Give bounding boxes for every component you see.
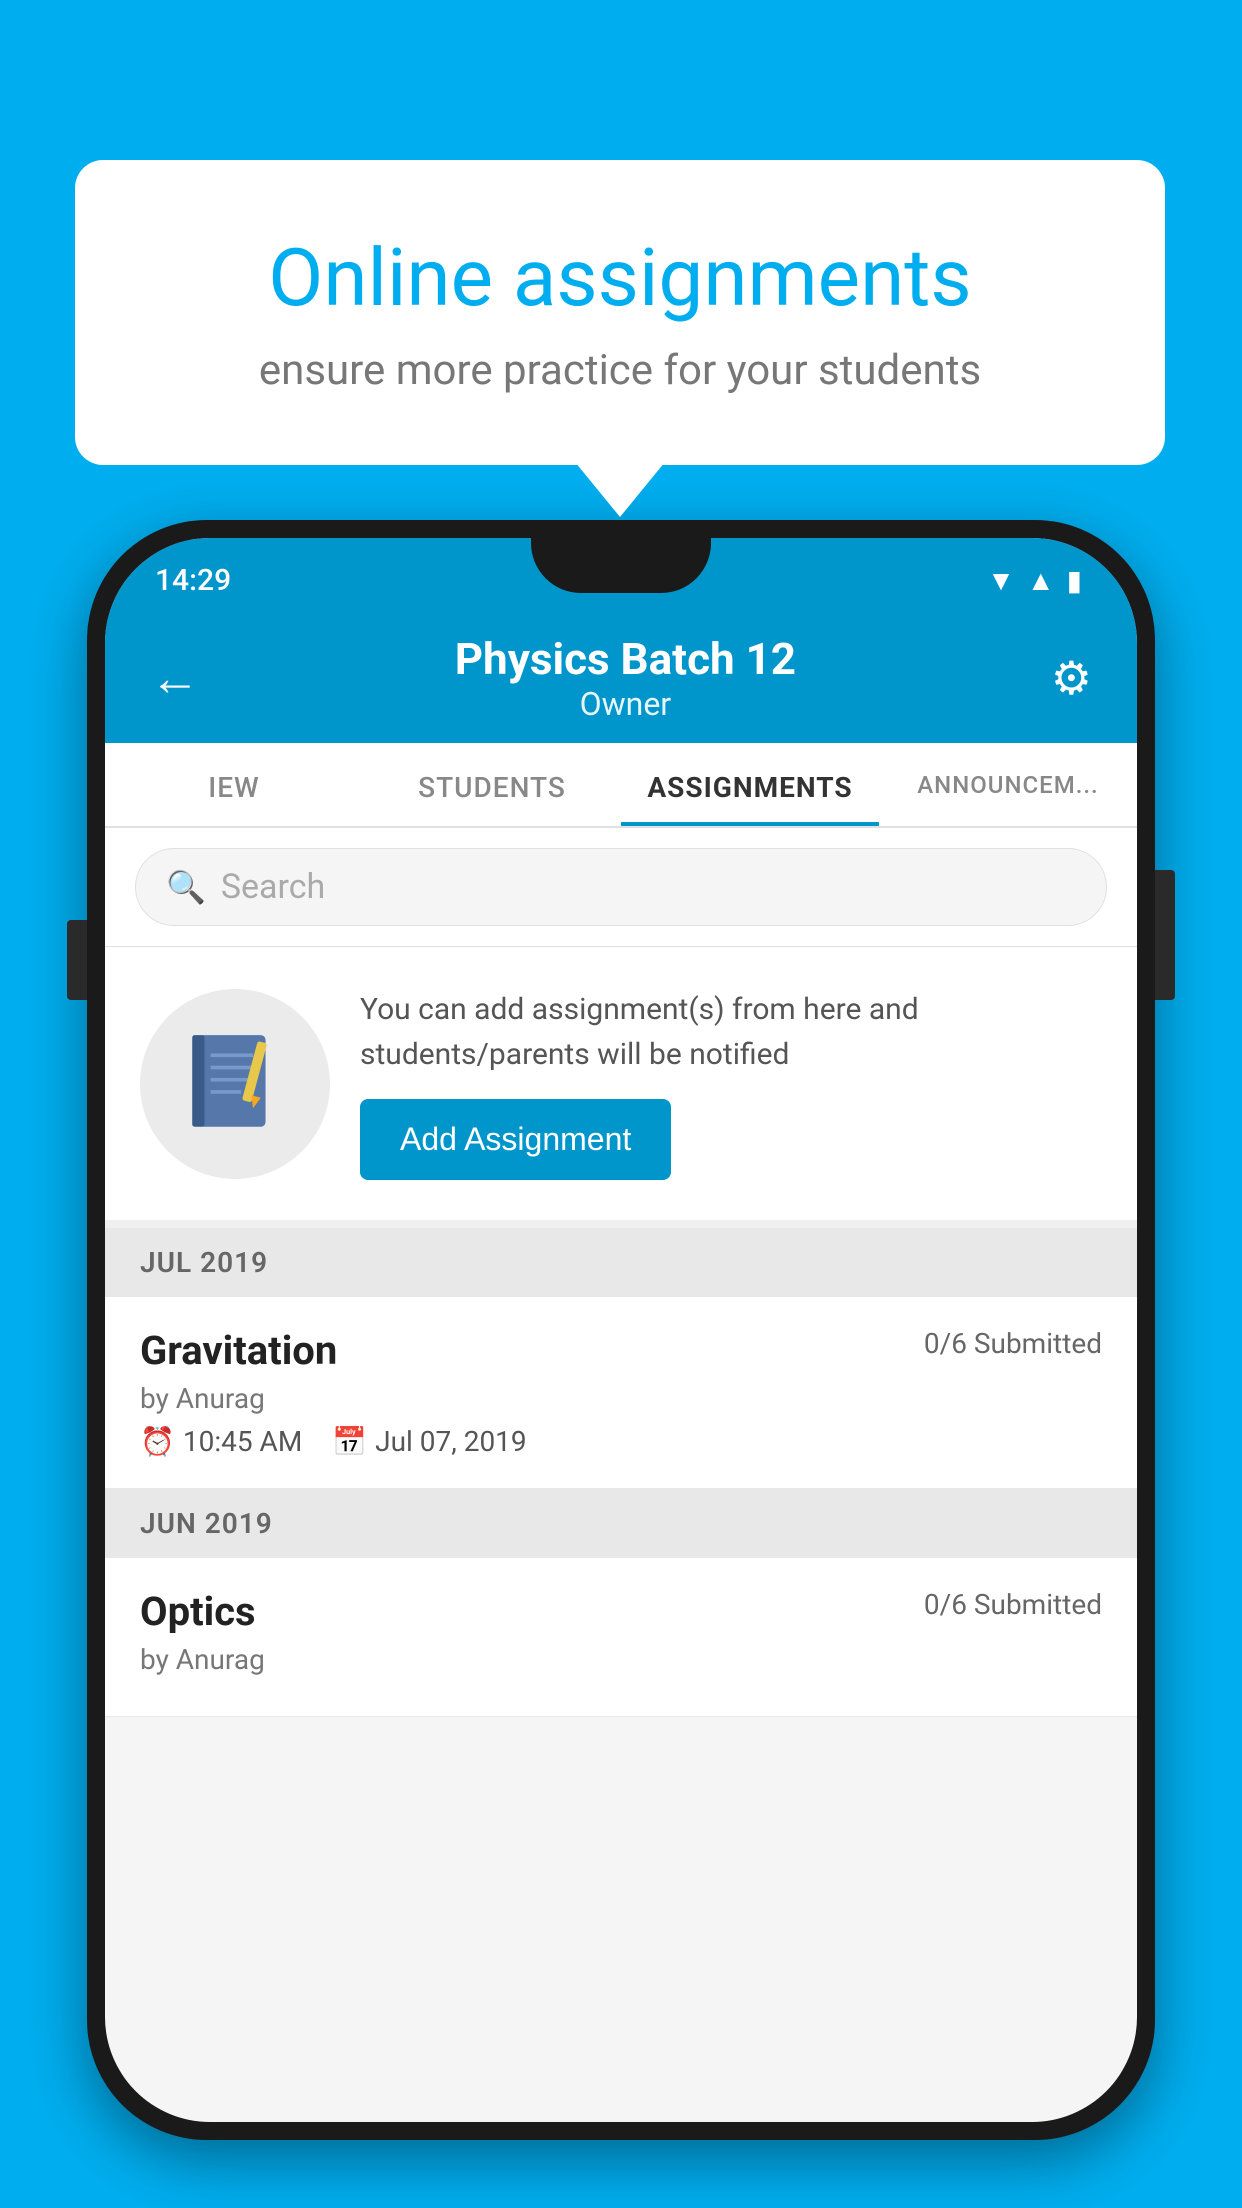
side-button-left [67, 920, 87, 1000]
speech-bubble-container: Online assignments ensure more practice … [75, 160, 1165, 465]
prompt-content: You can add assignment(s) from here and … [360, 987, 1102, 1180]
search-container: 🔍 Search [105, 828, 1137, 947]
phone-frame: 14:29 ▼ ▲ ▮ ← Physics Batch 12 Owner ⚙ I… [87, 520, 1155, 2140]
phone-container: 14:29 ▼ ▲ ▮ ← Physics Batch 12 Owner ⚙ I… [87, 520, 1155, 2140]
notebook-svg [185, 1029, 285, 1139]
search-placeholder: Search [221, 867, 325, 907]
tab-announcements[interactable]: ANNOUNCEM... [879, 743, 1137, 826]
section-header-jul: JUL 2019 [105, 1228, 1137, 1297]
submitted-count: 0/6 Submitted [924, 1327, 1102, 1360]
assignment-prompt: You can add assignment(s) from here and … [105, 947, 1137, 1228]
search-icon: 🔍 [166, 868, 206, 906]
search-bar[interactable]: 🔍 Search [135, 848, 1107, 926]
assignment-by: by Anurag [140, 1382, 1102, 1415]
bubble-subtitle: ensure more practice for your students [155, 346, 1085, 395]
battery-icon: ▮ [1067, 564, 1082, 597]
calendar-icon: 📅 [332, 1425, 367, 1458]
assignment-item-optics[interactable]: Optics 0/6 Submitted by Anurag [105, 1558, 1137, 1717]
tabs-container: IEW STUDENTS ASSIGNMENTS ANNOUNCEM... [105, 743, 1137, 828]
bubble-title: Online assignments [155, 230, 1085, 326]
add-assignment-button[interactable]: Add Assignment [360, 1099, 671, 1180]
assignment-time: 10:45 AM [183, 1425, 302, 1458]
status-icons: ▼ ▲ ▮ [987, 564, 1082, 597]
assignment-row-top: Gravitation 0/6 Submitted [140, 1327, 1102, 1374]
date-meta: 📅 Jul 07, 2019 [332, 1425, 526, 1458]
side-button-right [1155, 870, 1175, 1000]
header-subtitle: Owner [200, 685, 1051, 723]
assignment-meta: ⏰ 10:45 AM 📅 Jul 07, 2019 [140, 1425, 1102, 1458]
assignment-by-optics: by Anurag [140, 1643, 1102, 1676]
phone-screen: 14:29 ▼ ▲ ▮ ← Physics Batch 12 Owner ⚙ I… [105, 538, 1137, 2122]
prompt-text: You can add assignment(s) from here and … [360, 987, 1102, 1077]
clock-icon: ⏰ [140, 1425, 175, 1458]
status-time: 14:29 [155, 563, 231, 598]
notch [531, 538, 711, 593]
tab-students[interactable]: STUDENTS [363, 743, 621, 826]
header-center: Physics Batch 12 Owner [200, 633, 1051, 723]
speech-bubble: Online assignments ensure more practice … [75, 160, 1165, 465]
section-header-jun: JUN 2019 [105, 1489, 1137, 1558]
time-meta: ⏰ 10:45 AM [140, 1425, 302, 1458]
tab-iew[interactable]: IEW [105, 743, 363, 826]
assignment-item-gravitation[interactable]: Gravitation 0/6 Submitted by Anurag ⏰ 10… [105, 1297, 1137, 1489]
notebook-icon-circle [140, 989, 330, 1179]
header-title: Physics Batch 12 [200, 633, 1051, 685]
back-button[interactable]: ← [150, 649, 200, 708]
assignment-date: Jul 07, 2019 [375, 1425, 527, 1458]
assignment-name: Gravitation [140, 1327, 337, 1374]
app-header: ← Physics Batch 12 Owner ⚙ [105, 613, 1137, 743]
assignment-name-optics: Optics [140, 1588, 256, 1635]
wifi-icon: ▼ [987, 564, 1015, 597]
submitted-count-optics: 0/6 Submitted [924, 1588, 1102, 1621]
tab-assignments[interactable]: ASSIGNMENTS [621, 743, 879, 826]
signal-icon: ▲ [1027, 564, 1055, 597]
settings-icon[interactable]: ⚙ [1051, 651, 1092, 706]
assignment-row-top-optics: Optics 0/6 Submitted [140, 1588, 1102, 1635]
